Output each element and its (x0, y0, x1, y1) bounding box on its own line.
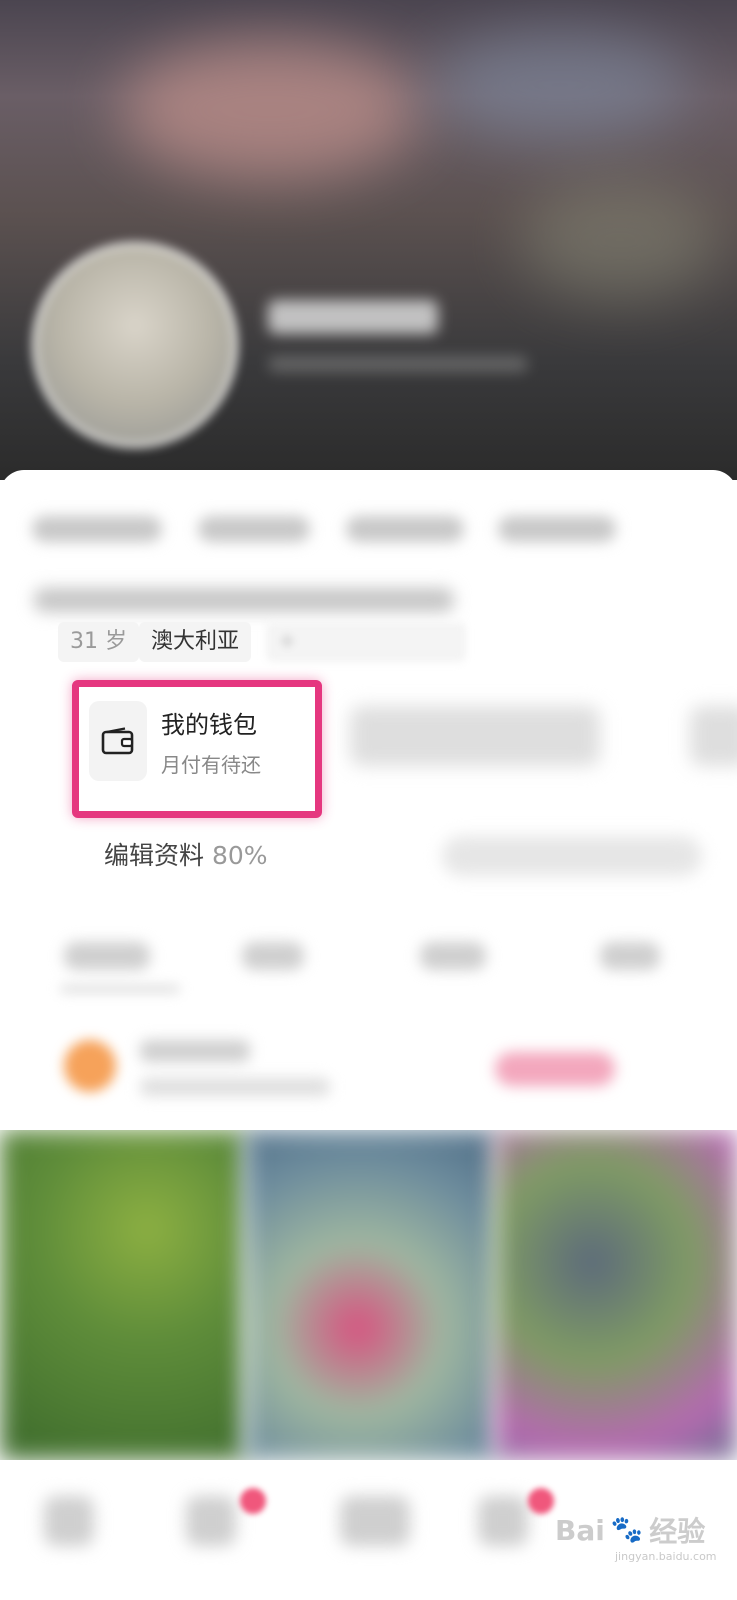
tab-item[interactable] (600, 942, 660, 970)
photo-grid (0, 1130, 737, 1460)
username-blurred (268, 300, 438, 334)
wallet-title: 我的钱包 (161, 711, 257, 739)
nav-item[interactable] (44, 1496, 94, 1546)
stat-item[interactable] (32, 516, 162, 542)
watermark-brand: Bai (555, 1513, 605, 1547)
edit-profile-percent: 80% (211, 841, 268, 870)
wallet-icon-box (89, 701, 147, 781)
promo-action-button[interactable] (495, 1052, 615, 1086)
tab-item[interactable] (242, 942, 304, 970)
promo-title-blurred (140, 1040, 250, 1062)
service-card[interactable] (690, 706, 737, 766)
edit-profile-row: 编辑资料 80% (22, 826, 706, 884)
service-card[interactable] (350, 706, 600, 766)
promo-icon (64, 1040, 116, 1092)
stat-item[interactable] (498, 516, 616, 542)
notification-badge (240, 1488, 266, 1514)
promo-subtitle-blurred (140, 1078, 330, 1096)
wallet-icon (101, 727, 134, 755)
stat-item[interactable] (346, 516, 464, 542)
active-tab-indicator (60, 985, 180, 993)
tag-add[interactable]: + (266, 622, 466, 662)
tag-age: 31 岁 (58, 622, 139, 662)
nav-item[interactable] (340, 1496, 410, 1546)
notification-badge (528, 1488, 554, 1514)
stat-item[interactable] (198, 516, 310, 542)
bio-blurred (34, 588, 454, 612)
tab-item[interactable] (64, 942, 150, 970)
nav-item[interactable] (478, 1496, 528, 1546)
photo-thumbnail[interactable] (0, 1130, 245, 1460)
tag-location: 澳大利亚 (139, 622, 252, 662)
secondary-button-blurred[interactable] (442, 836, 702, 876)
avatar[interactable] (32, 242, 238, 448)
edit-profile-button[interactable]: 编辑资料 80% (104, 836, 268, 872)
wallet-card[interactable]: 我的钱包 月付有待还 (72, 680, 322, 818)
watermark-site: jingyan.baidu.com (615, 1550, 717, 1563)
watermark-suffix: 经验 (649, 1515, 706, 1548)
paw-icon: 🐾 (610, 1515, 644, 1545)
nav-item[interactable] (186, 1496, 236, 1546)
edit-profile-label: 编辑资料 (104, 841, 205, 870)
tab-item[interactable] (420, 942, 486, 970)
wallet-subtitle: 月付有待还 (161, 753, 261, 777)
user-id-blurred (268, 356, 528, 372)
baidu-watermark: Bai 🐾 经验 jingyan.baidu.com (555, 1510, 717, 1564)
photo-thumbnail[interactable] (245, 1130, 495, 1460)
photo-thumbnail[interactable] (495, 1130, 737, 1460)
